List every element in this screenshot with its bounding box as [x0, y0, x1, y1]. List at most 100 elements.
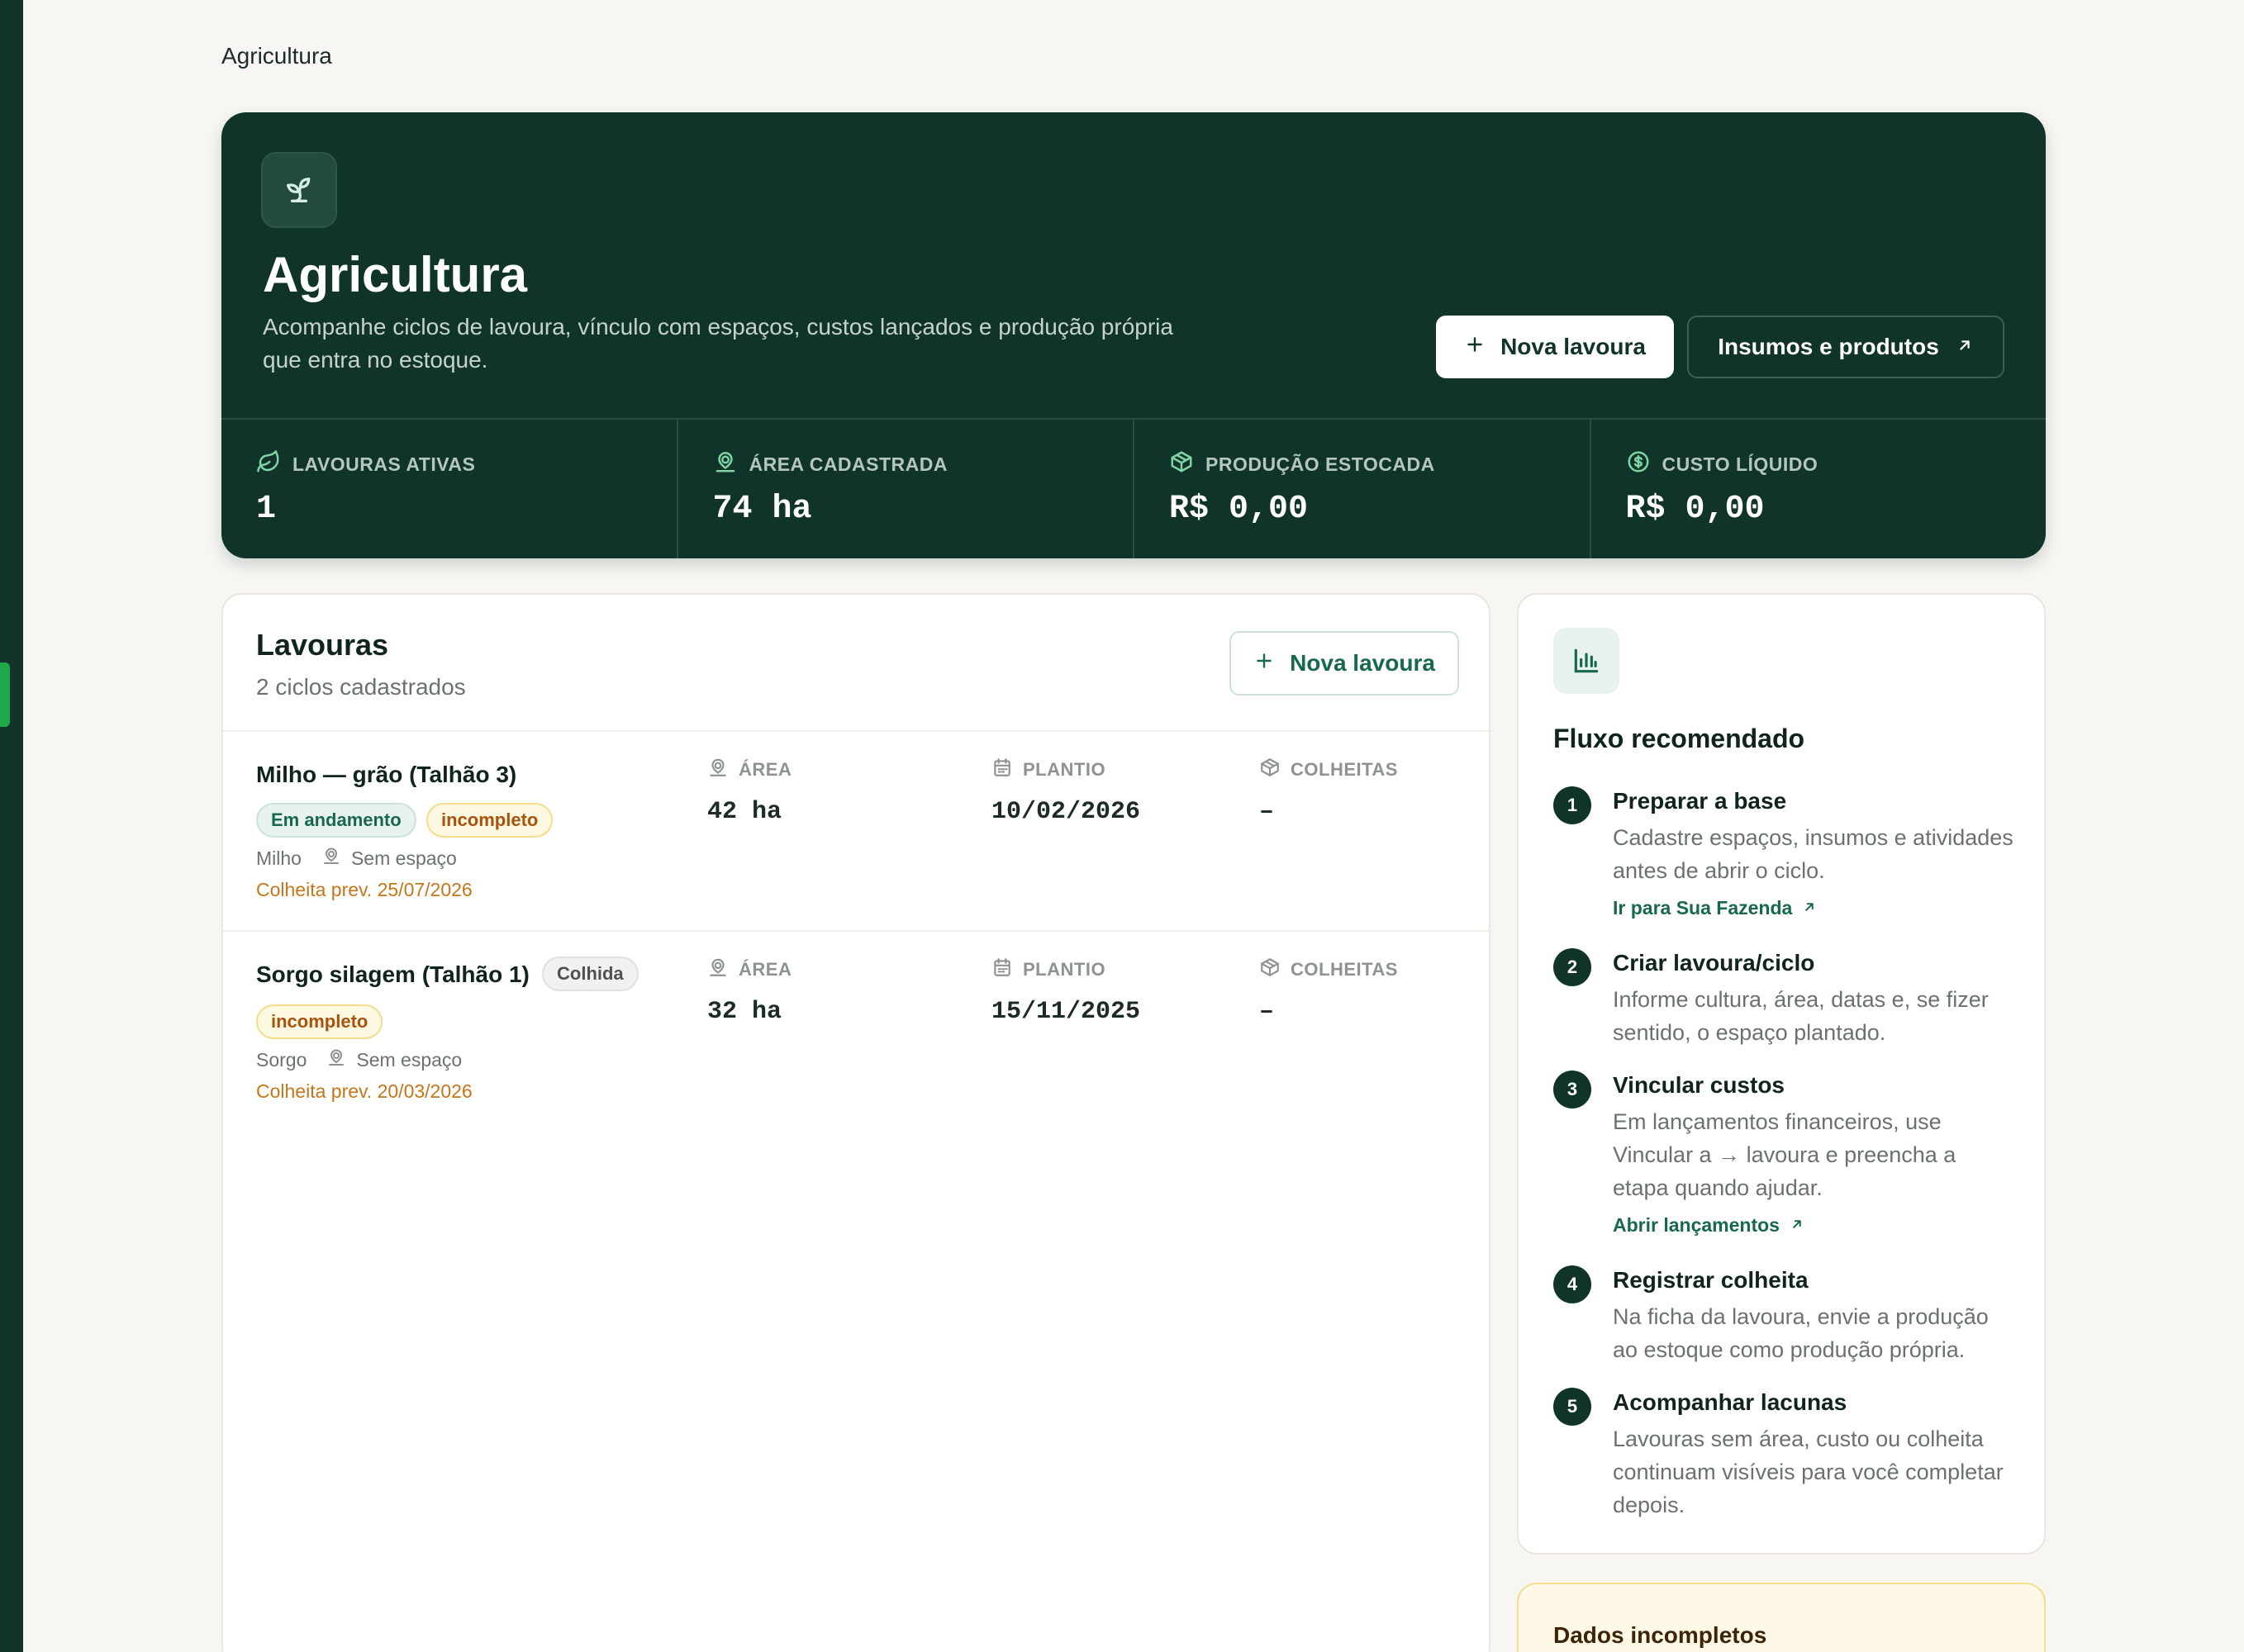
crops-title: Lavouras [256, 628, 389, 662]
status-badge: Colhida [542, 957, 639, 991]
package-icon [1169, 449, 1194, 479]
stat-label: LAVOURAS ATIVAS [292, 453, 476, 475]
planting-value: 10/02/2026 [991, 798, 1141, 826]
step-number: 5 [1553, 1388, 1591, 1426]
external-arrow-icon [1956, 334, 1974, 360]
step-number: 4 [1553, 1265, 1591, 1303]
step-description: Na ficha da lavoura, envie a produção ao… [1613, 1304, 1989, 1362]
step-link-label: Abrir lançamentos [1613, 1214, 1780, 1236]
crop-name[interactable]: Sorgo silagem (Talhão 1) [256, 961, 530, 988]
stat-net-cost: CUSTO LÍQUIDO R$ 0,00 [1591, 420, 2047, 558]
status-badge: Em andamento [256, 803, 416, 838]
new-crop-button[interactable]: Nova lavoura [1436, 316, 1674, 378]
active-nav-indicator[interactable] [0, 662, 10, 727]
crop-row[interactable]: Sorgo silagem (Talhão 1) Colhida incompl… [223, 930, 1492, 1130]
harvests-column: COLHEITAS – [1259, 757, 1398, 826]
col-label-wrap: COLHEITAS [1259, 957, 1398, 983]
app-sidebar-rail [0, 0, 23, 1652]
stat-registered-area: ÁREA CADASTRADA 74 ha [678, 420, 1134, 558]
step-title: Preparar a base [1613, 788, 1787, 814]
stat-value: R$ 0,00 [1169, 491, 1309, 528]
planting-column: PLANTIO 15/11/2025 [991, 957, 1140, 1026]
inputs-products-button-label: Insumos e produtos [1718, 334, 1939, 359]
crop-meta: Milho Sem espaço [256, 846, 457, 871]
location-icon [707, 757, 729, 783]
stat-label-wrap: LAVOURAS ATIVAS [256, 449, 475, 479]
package-icon [1259, 957, 1281, 983]
crop-row[interactable]: Milho — grão (Talhão 3) Em andamento inc… [223, 730, 1492, 930]
stat-value: 74 ha [712, 491, 812, 528]
step-number: 2 [1553, 948, 1591, 986]
step-description: Em lançamentos financeiros, use Vincular… [1613, 1109, 1956, 1200]
harvest-forecast: Colheita prev. 20/03/2026 [256, 1080, 473, 1102]
external-arrow-icon [1802, 897, 1817, 919]
flow-title: Fluxo recomendado [1553, 724, 1805, 753]
area-label: ÁREA [739, 759, 792, 780]
step-number: 1 [1553, 786, 1591, 824]
recommended-flow-card: Fluxo recomendado 1 Preparar a base Cada… [1517, 593, 2046, 1555]
incomplete-data-title: Dados incompletos [1553, 1622, 1767, 1648]
stat-value: 1 [256, 491, 277, 528]
location-icon [326, 1047, 346, 1072]
step-description: Lavouras sem área, custo ou colheita con… [1613, 1427, 2004, 1517]
crops-count: 2 ciclos cadastrados [256, 674, 466, 700]
stat-label: ÁREA CADASTRADA [749, 453, 948, 475]
planting-value: 15/11/2025 [991, 998, 1141, 1026]
stat-label: PRODUÇÃO ESTOCADA [1205, 453, 1435, 475]
stat-label-wrap: PRODUÇÃO ESTOCADA [1169, 449, 1435, 479]
planting-label: PLANTIO [1023, 959, 1106, 980]
sprout-icon [261, 152, 337, 228]
step-title: Registrar colheita [1613, 1267, 1809, 1293]
crop-culture: Milho [256, 847, 302, 869]
harvests-value: – [1259, 798, 1275, 826]
external-arrow-icon [1790, 1214, 1804, 1237]
step-description: Cadastre espaços, insumos e atividades a… [1613, 825, 2013, 883]
page-description: Acompanhe ciclos de lavoura, vínculo com… [263, 314, 1173, 373]
area-value: 42 ha [707, 798, 782, 826]
harvests-label: COLHEITAS [1291, 959, 1398, 980]
stat-label-wrap: ÁREA CADASTRADA [713, 449, 948, 479]
breadcrumb: Agricultura [221, 43, 332, 69]
hero-banner: Agricultura Acompanhe ciclos de lavoura,… [221, 112, 2046, 558]
map-pin-icon [713, 449, 738, 479]
area-value: 32 ha [707, 998, 782, 1026]
col-label-wrap: COLHEITAS [1259, 757, 1398, 783]
stat-value: R$ 0,00 [1625, 491, 1765, 528]
area-column: ÁREA 32 ha [707, 957, 792, 1026]
crop-name[interactable]: Milho — grão (Talhão 3) [256, 762, 516, 788]
crop-space: Sem espaço [356, 1048, 463, 1070]
stat-stocked-production: PRODUÇÃO ESTOCADA R$ 0,00 [1134, 420, 1591, 558]
inputs-products-button[interactable]: Insumos e produtos [1687, 316, 2004, 378]
stat-label-wrap: CUSTO LÍQUIDO [1626, 449, 1818, 479]
open-entries-link[interactable]: Abrir lançamentos [1613, 1214, 1804, 1237]
harvests-column: COLHEITAS – [1259, 957, 1398, 1026]
location-icon [321, 846, 341, 871]
col-label-wrap: PLANTIO [991, 957, 1140, 983]
harvests-value: – [1259, 998, 1275, 1026]
leaf-icon [256, 449, 281, 479]
stat-active-crops: LAVOURAS ATIVAS 1 [221, 420, 678, 558]
step-link-label: Ir para Sua Fazenda [1613, 897, 1793, 919]
crop-space: Sem espaço [350, 847, 457, 869]
col-label-wrap: ÁREA [707, 957, 792, 983]
calendar-icon [991, 957, 1013, 983]
location-icon [707, 957, 729, 983]
plus-icon [1253, 650, 1275, 677]
harvest-forecast: Colheita prev. 25/07/2026 [256, 879, 473, 900]
new-crop-button-label: Nova lavoura [1500, 334, 1646, 359]
step-title: Vincular custos [1613, 1072, 1785, 1098]
incomplete-badge: incompleto [256, 1004, 383, 1039]
step-title: Criar lavoura/ciclo [1613, 950, 1815, 976]
planting-column: PLANTIO 10/02/2026 [991, 757, 1140, 826]
bar-chart-icon [1553, 628, 1619, 694]
step-number: 3 [1553, 1070, 1591, 1108]
stat-label: CUSTO LÍQUIDO [1662, 453, 1818, 475]
package-icon [1259, 757, 1281, 783]
incomplete-data-card: Dados incompletos [1517, 1583, 2046, 1652]
new-crop-button-secondary[interactable]: Nova lavoura [1229, 631, 1459, 695]
dollar-circle-icon [1626, 449, 1651, 479]
go-to-farm-link[interactable]: Ir para Sua Fazenda [1613, 897, 1817, 919]
col-label-wrap: ÁREA [707, 757, 792, 783]
harvests-label: COLHEITAS [1291, 759, 1398, 780]
step-title: Acompanhar lacunas [1613, 1389, 1847, 1415]
